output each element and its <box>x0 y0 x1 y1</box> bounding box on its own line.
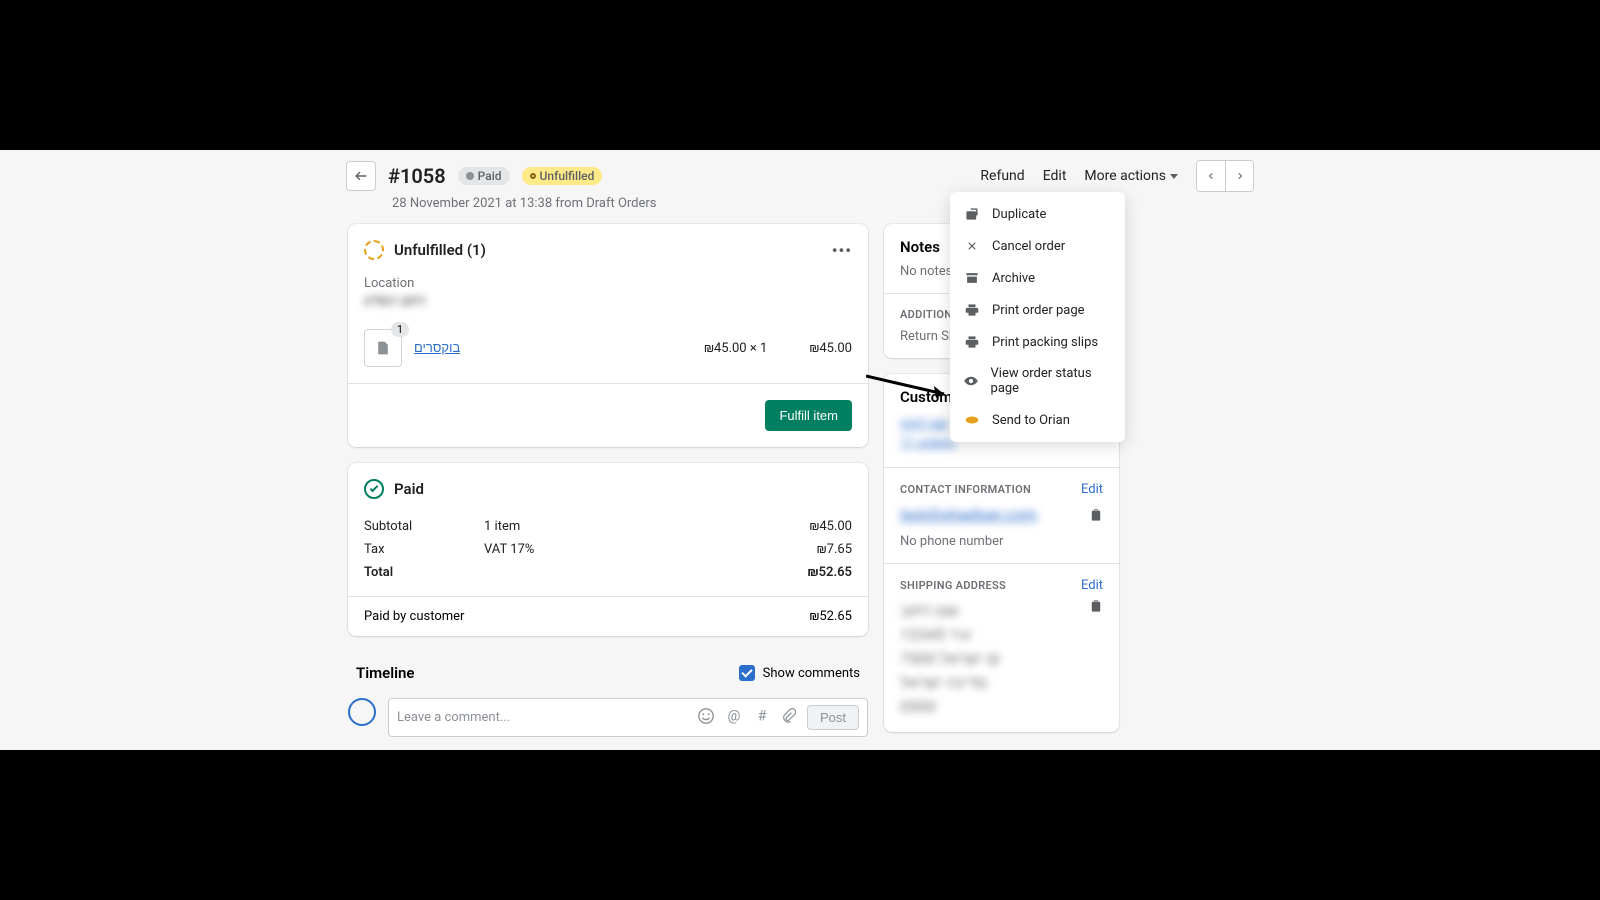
addr-line: 12345 עיר <box>900 623 1081 647</box>
item-qty: 1 <box>391 322 409 337</box>
unfulfilled-title: Unfulfilled (1) <box>394 241 486 259</box>
order-pager <box>1196 160 1254 192</box>
show-comments-toggle[interactable]: Show comments <box>739 665 860 681</box>
paid-badge: Paid <box>458 167 510 185</box>
close-icon <box>964 238 980 254</box>
card-menu-button[interactable]: ••• <box>832 241 852 260</box>
paid-title: Paid <box>394 480 424 498</box>
menu-duplicate[interactable]: Duplicate <box>950 198 1125 230</box>
fulfill-button[interactable]: Fulfill item <box>765 400 852 431</box>
post-button[interactable]: Post <box>807 705 859 730</box>
print-icon <box>964 302 980 318</box>
comment-input[interactable]: Leave a comment... @ # Post <box>388 698 868 737</box>
arrow-left-icon <box>354 169 368 183</box>
timeline-title: Timeline <box>356 664 414 682</box>
more-actions-button[interactable]: More actions <box>1084 168 1178 184</box>
tax-desc: VAT 17% <box>484 542 772 557</box>
addr-line: מדינה ישראל <box>900 671 1081 695</box>
ring-icon <box>530 173 536 179</box>
item-unit-price: ₪45.00 × 1 <box>704 341 767 356</box>
addr-line: 0500 <box>900 695 1081 718</box>
item-line-total: ₪45.00 <box>809 341 852 356</box>
total-val: ₪52.65 <box>772 565 852 580</box>
svg-text:#: # <box>758 707 767 724</box>
duplicate-icon <box>964 206 980 222</box>
menu-print-order[interactable]: Print order page <box>950 294 1125 326</box>
dot-icon <box>466 172 474 180</box>
doc-icon <box>375 340 391 356</box>
clipboard-icon[interactable] <box>1089 599 1103 613</box>
subtotal-desc: 1 item <box>484 519 772 534</box>
menu-cancel-order[interactable]: Cancel order <box>950 230 1125 262</box>
paid-by-label: Paid by customer <box>364 609 464 624</box>
avatar <box>348 698 376 726</box>
clipboard-icon[interactable] <box>1089 508 1103 522</box>
addr-line: שם רחוב <box>900 599 1081 623</box>
menu-view-status[interactable]: View order status page <box>950 358 1125 404</box>
tax-label: Tax <box>364 542 484 557</box>
checkbox-checked-icon <box>739 665 755 681</box>
print-icon <box>964 334 980 350</box>
subtotal-val: ₪45.00 <box>772 519 852 534</box>
paid-card: Paid Subtotal 1 item ₪45.00 Tax VAT 17% … <box>348 463 868 636</box>
attach-icon[interactable] <box>781 708 797 728</box>
prev-order-button[interactable] <box>1197 161 1225 191</box>
emoji-icon[interactable] <box>697 707 715 729</box>
chevron-left-icon <box>1206 171 1216 181</box>
paid-icon <box>364 479 384 499</box>
contact-edit-button[interactable]: Edit <box>1081 482 1103 497</box>
location-value: רחוב המדע <box>348 291 868 321</box>
total-label: Total <box>364 565 484 580</box>
unfulfilled-card: Unfulfilled (1) ••• Location רחוב המדע 1… <box>348 224 868 447</box>
hash-icon[interactable]: # <box>753 707 771 729</box>
orian-icon <box>964 412 980 428</box>
notes-title: Notes <box>900 238 940 256</box>
chevron-right-icon <box>1235 171 1245 181</box>
chevron-down-icon <box>1170 174 1178 179</box>
order-number: #1058 <box>388 164 446 188</box>
customer-email[interactable]: test@shadiser.com <box>900 503 1081 526</box>
back-button[interactable] <box>346 161 376 191</box>
order-date: 28 November 2021 at 13:38 from Draft Ord… <box>392 196 657 211</box>
unfulfilled-badge: Unfulfilled <box>522 167 603 185</box>
addr-line: קו ישראל 7500 <box>900 647 1081 671</box>
paid-by-val: ₪52.65 <box>809 609 852 624</box>
eye-icon <box>964 373 979 389</box>
shipping-edit-button[interactable]: Edit <box>1081 578 1103 593</box>
shipping-label: SHIPPING ADDRESS <box>900 579 1006 592</box>
menu-archive[interactable]: Archive <box>950 262 1125 294</box>
menu-send-orian[interactable]: Send to Orian <box>950 404 1125 436</box>
no-phone: No phone number <box>900 526 1103 549</box>
edit-button[interactable]: Edit <box>1043 168 1067 184</box>
menu-print-slips[interactable]: Print packing slips <box>950 326 1125 358</box>
item-name-link[interactable]: בוקסרים <box>414 340 692 356</box>
location-label: Location <box>348 276 868 291</box>
timeline-section: Timeline Show comments Leave a comment..… <box>348 652 868 745</box>
mention-icon[interactable]: @ <box>725 707 743 729</box>
item-thumbnail: 1 <box>364 329 402 367</box>
refund-button[interactable]: Refund <box>980 168 1024 184</box>
contact-label: CONTACT INFORMATION <box>900 483 1031 496</box>
svg-text:@: @ <box>728 707 741 724</box>
subtotal-label: Subtotal <box>364 519 484 534</box>
next-order-button[interactable] <box>1225 161 1253 191</box>
unfulfilled-icon <box>364 240 384 260</box>
archive-icon <box>964 270 980 286</box>
more-actions-menu: Duplicate Cancel order Archive Print ord… <box>950 192 1125 442</box>
tax-val: ₪7.65 <box>772 542 852 557</box>
line-item: 1 בוקסרים ₪45.00 × 1 ₪45.00 <box>348 321 868 383</box>
